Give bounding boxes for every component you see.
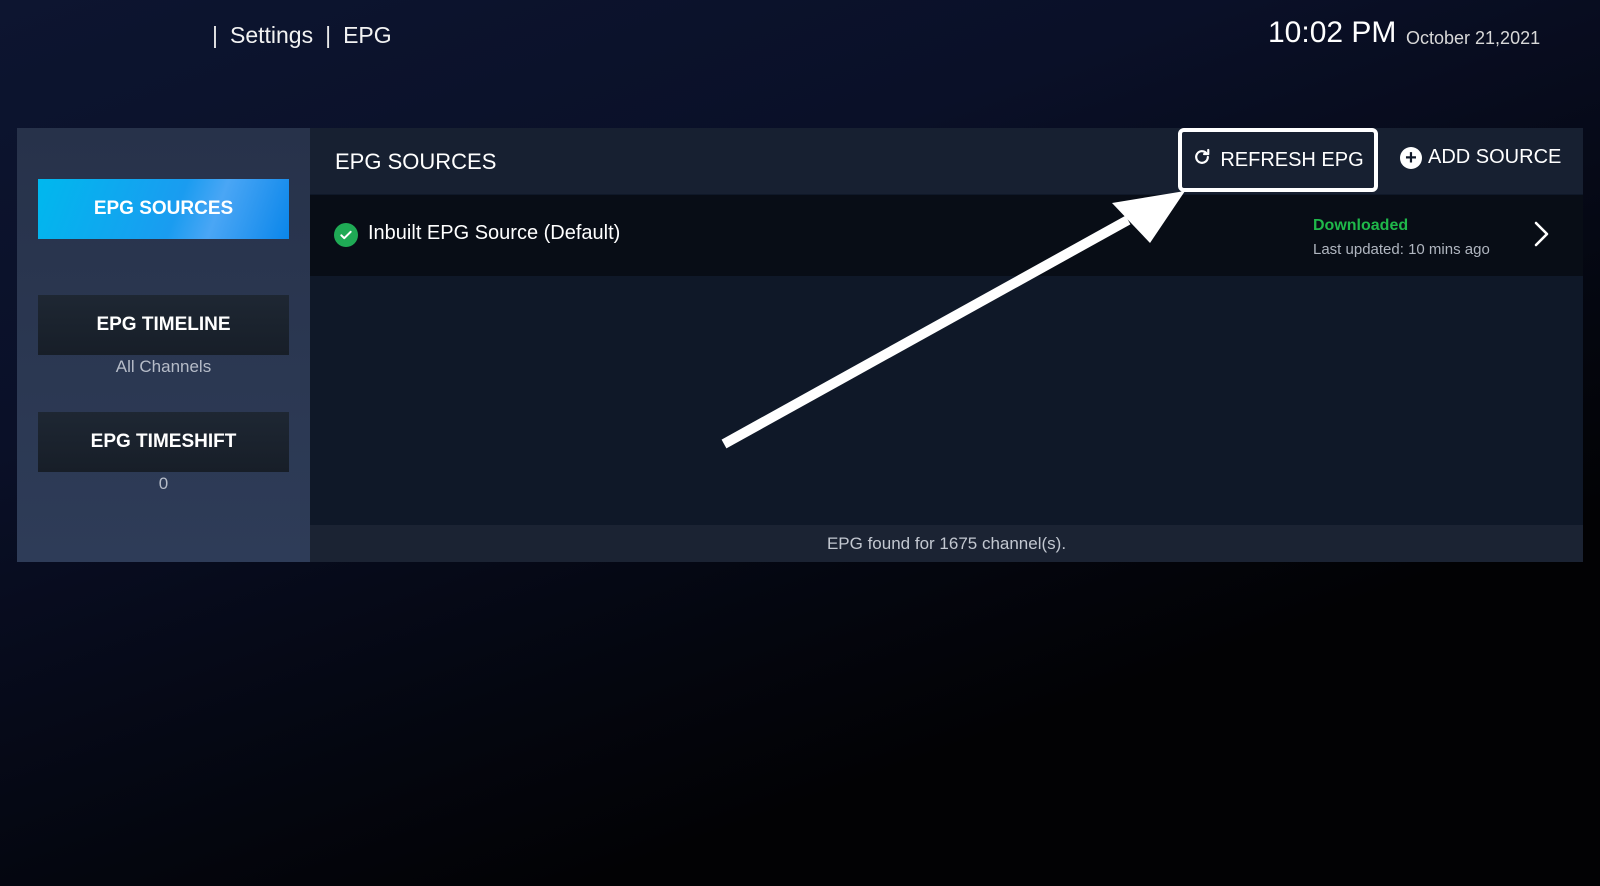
refresh-epg-label: REFRESH EPG — [1220, 148, 1364, 171]
refresh-epg-button[interactable]: REFRESH EPG — [1178, 128, 1378, 192]
sidebar-item-sub-timeline: All Channels — [115, 357, 212, 376]
sidebar: EPG SOURCES EPG TIMELINE All Channels EP… — [17, 128, 310, 562]
sidebar-item-epg-timeline[interactable]: EPG TIMELINE — [38, 295, 289, 355]
breadcrumb-epg: EPG — [343, 22, 392, 48]
clock-time: 10:02 PM — [1268, 16, 1397, 49]
list-item-epg-source[interactable]: Inbuilt EPG Source (Default) — [310, 195, 1583, 276]
source-status: Downloaded — [1313, 217, 1409, 234]
epg-channel-count: EPG found for 1675 channel(s). — [826, 534, 1067, 553]
breadcrumb: | Settings | EPG — [212, 22, 392, 49]
chevron-right-icon[interactable] — [1532, 220, 1552, 253]
main-header: EPG SOURCES REFRESH EPG + ADD SOURCE — [310, 128, 1583, 194]
add-source-button[interactable]: + ADD SOURCE — [1400, 146, 1561, 169]
sidebar-item-label: EPG TIMELINE — [96, 314, 231, 335]
breadcrumb-separator: | — [212, 22, 218, 48]
check-circle-icon — [334, 223, 358, 247]
epg-settings-panel: EPG SOURCES EPG TIMELINE All Channels EP… — [17, 128, 1583, 562]
sidebar-item-label: EPG TIMESHIFT — [90, 431, 237, 452]
sidebar-item-epg-timeshift[interactable]: EPG TIMESHIFT — [38, 412, 289, 472]
sidebar-item-sub-timeshift: 0 — [158, 474, 169, 493]
sidebar-item-epg-sources[interactable]: EPG SOURCES — [38, 179, 289, 239]
refresh-icon — [1192, 147, 1212, 173]
main-content: EPG SOURCES REFRESH EPG + ADD SOURCE Inb… — [310, 128, 1583, 562]
breadcrumb-separator: | — [325, 22, 332, 48]
breadcrumb-settings[interactable]: Settings — [230, 22, 313, 49]
epg-status-bar: EPG found for 1675 channel(s). — [310, 525, 1583, 562]
plus-circle-icon: + — [1400, 146, 1422, 169]
add-source-label: ADD SOURCE — [1428, 146, 1562, 168]
sidebar-item-label: EPG SOURCES — [93, 198, 234, 219]
clock-date: October 21,2021 — [1406, 28, 1541, 48]
source-last-updated: Last updated: 10 mins ago — [1313, 241, 1490, 258]
page-title: EPG SOURCES — [335, 149, 497, 174]
source-name: Inbuilt EPG Source (Default) — [368, 222, 621, 244]
